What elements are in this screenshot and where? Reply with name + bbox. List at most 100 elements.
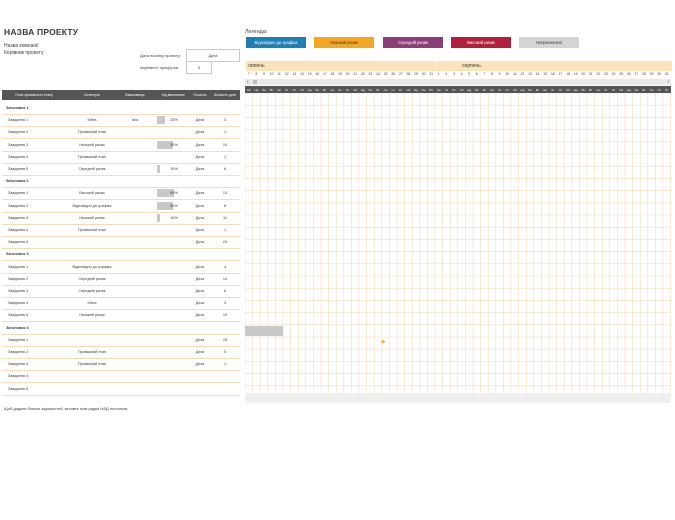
task-name[interactable]: Завдання 3: [8, 216, 28, 220]
scroll-right-icon[interactable]: ›: [667, 79, 669, 85]
table-row[interactable]: Завдання 5: [2, 383, 240, 396]
task-name[interactable]: Завдання 3: [8, 362, 28, 366]
scroll-left-icon[interactable]: ‹: [247, 79, 249, 85]
task-category: Проміжний етап: [77, 350, 107, 354]
task-name[interactable]: Завдання 4: [8, 374, 28, 378]
table-row[interactable]: Завдання 4 Мета Дата 3: [2, 297, 240, 311]
table-row[interactable]: Завдання 5 Дата 24: [2, 236, 240, 250]
task-name[interactable]: Завдання 5: [8, 313, 28, 317]
task-name[interactable]: Завдання 2: [8, 130, 28, 134]
table-row[interactable]: Завдання 3 Середній ризик Дата 6: [2, 285, 240, 298]
day-number: 14: [535, 72, 540, 76]
table-row[interactable]: Завдання 5 Середній ризик 10% Дата 6: [2, 163, 240, 176]
weekday-label: Чт: [285, 88, 289, 92]
milestone-icon[interactable]: ▶: [382, 339, 386, 345]
day-number: 28: [642, 72, 646, 76]
task-category: Низький ризик: [79, 142, 105, 147]
group-header-row[interactable]: Заголовок 1: [2, 102, 240, 115]
weekday-label: Чт: [391, 88, 395, 92]
table-row[interactable]: Завдання 5 Низький ризик Дата 19: [2, 309, 240, 323]
weekday-label: Вт: [376, 88, 380, 92]
weekday-label: Вт: [429, 88, 433, 92]
table-row[interactable]: Завдання 1 Високий ризик 60% Дата 13: [2, 187, 240, 201]
table-row[interactable]: Завдання 2 Проміжний етап Дата 5: [2, 346, 240, 359]
day-number: 9: [263, 72, 265, 76]
group-title: Заголовок 3: [6, 252, 29, 257]
table-row[interactable]: Завдання 2 Середній ризик Дата 14: [2, 273, 240, 286]
day-number: 30: [657, 72, 662, 76]
table-row[interactable]: Завдання 1 Мета Ім'я 25% Дата 3: [2, 114, 240, 128]
weekday-label: Ср: [330, 88, 335, 92]
task-name[interactable]: Завдання 5: [8, 387, 28, 391]
table-row[interactable]: Завдання 2 Проміжний етап Дата 1: [2, 126, 240, 140]
group-title: Заголовок 2: [6, 179, 29, 184]
weekday-label: Ср: [436, 88, 441, 92]
weekday-label: Ср: [596, 88, 601, 92]
day-number: 22: [596, 72, 601, 76]
task-name[interactable]: Завдання 1: [8, 191, 28, 195]
task-start: Дата: [195, 362, 205, 367]
weekday-label: Вт: [482, 88, 487, 92]
task-category: Низький ризик: [79, 313, 105, 318]
legend-item: Відповідно до графіка: [246, 37, 306, 48]
task-days: 3: [223, 301, 227, 306]
day-number: 1: [437, 72, 440, 76]
task-category: Відповідно до графіка: [72, 203, 112, 208]
task-name[interactable]: Завдання 5: [8, 167, 28, 171]
table-row[interactable]: Завдання 1 Дата 15: [2, 334, 240, 347]
table-row[interactable]: Завдання 3 Низький ризик 10% Дата 11: [2, 212, 240, 225]
day-number: 21: [353, 72, 358, 76]
day-number: 13: [292, 72, 297, 76]
task-name[interactable]: Завдання 1: [8, 265, 28, 269]
weekday-label: Пт: [452, 88, 456, 92]
table-row[interactable]: Завдання 4 Проміжний етап Дата 1: [2, 151, 240, 164]
weekday-label: Чт: [444, 88, 449, 92]
task-category: Проміжний етап: [77, 130, 107, 135]
group-header-row[interactable]: Заголовок 2: [2, 175, 240, 189]
group-header-row[interactable]: Заголовок 4: [2, 322, 240, 335]
day-number: 15: [543, 72, 548, 76]
task-name[interactable]: Завдання 5: [8, 240, 28, 244]
weekday-label: Сб: [566, 88, 570, 92]
task-name[interactable]: Завдання 4: [8, 301, 28, 305]
task-name[interactable]: Завдання 1: [8, 118, 28, 122]
weekday-label: Нд: [626, 88, 631, 92]
gantt-chart: липень серпень 7 8 9 10 11 12 13 14 15 16 17 18 19 20 2…: [245, 61, 672, 403]
weekday-label: Пн: [368, 88, 373, 92]
day-number: 7: [247, 72, 250, 76]
task-name[interactable]: Завдання 3: [8, 289, 28, 293]
task-name[interactable]: Завдання 1: [8, 338, 28, 342]
weekday-label: Вт: [269, 88, 274, 92]
table-row[interactable]: Завдання 4: [2, 370, 240, 384]
weekday-label: Пт: [292, 88, 297, 92]
table-row[interactable]: Завдання 4 Проміжний етап Дата 1: [2, 224, 240, 237]
day-number: 22: [360, 72, 365, 76]
gantt-bar[interactable]: [245, 325, 283, 336]
task-name[interactable]: Завдання 2: [8, 277, 28, 281]
task-name[interactable]: Завдання 2: [8, 350, 28, 354]
progress-value: 10%: [170, 215, 178, 220]
table-row[interactable]: Завдання 3 Проміжний етап Дата 1: [2, 358, 240, 372]
task-start: Дата: [195, 337, 205, 342]
task-name[interactable]: Завдання 2: [8, 204, 28, 208]
weekday-label: Нд: [467, 88, 472, 92]
weekday-label: Сб: [406, 88, 411, 92]
table-row[interactable]: Завдання 3 Низький ризик 50% Дата 10: [2, 139, 240, 152]
table-row[interactable]: Завдання 1 Відповідно до графіка Дата 4: [2, 261, 240, 274]
scroll-increment-input[interactable]: 0: [186, 61, 212, 74]
weekday-label: Вт: [535, 88, 540, 92]
task-start: Дата: [195, 350, 205, 354]
group-header-row[interactable]: Заголовок 3: [2, 248, 240, 262]
task-name[interactable]: Завдання 3: [8, 143, 28, 147]
scroll-thumb[interactable]: [253, 80, 257, 84]
gantt-grid: [245, 93, 671, 403]
gantt-footer-band: [245, 393, 671, 403]
table-row[interactable]: Завдання 2 Відповідно до графіка 50% Дата 8: [2, 200, 240, 213]
task-name[interactable]: Завдання 4: [8, 155, 28, 159]
weekday-label: Пн: [634, 88, 639, 92]
task-name[interactable]: Завдання 4: [8, 228, 28, 232]
weekday-label: Сб: [300, 88, 304, 92]
scrollbar[interactable]: ‹ ›: [245, 79, 671, 85]
footnote: Щоб додати більше відомостей, вставте но…: [4, 406, 129, 411]
day-number: 27: [634, 72, 639, 76]
